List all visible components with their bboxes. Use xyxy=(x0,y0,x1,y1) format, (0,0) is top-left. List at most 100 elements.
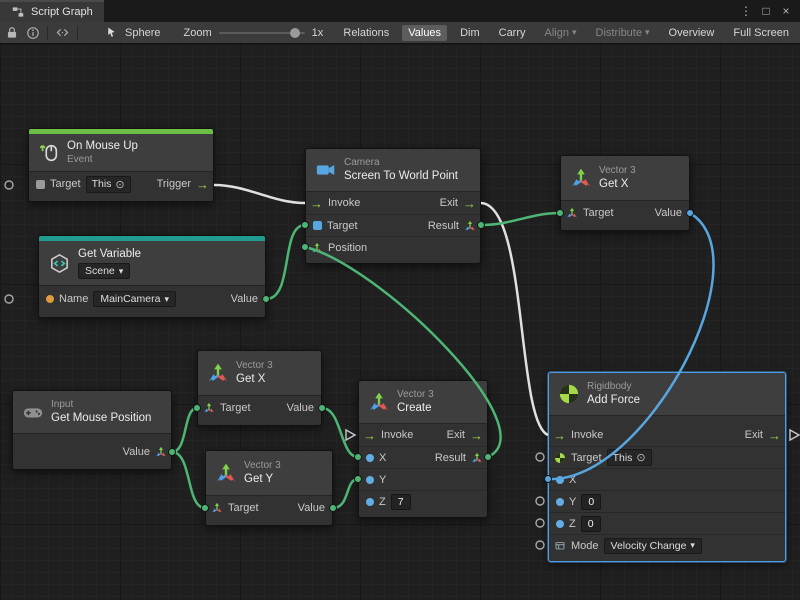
node-title: Get X xyxy=(236,372,273,386)
chevron-down-icon: ▾ xyxy=(690,540,695,551)
node-get-variable[interactable]: Get Variable Scene▾ Name MainCamera▾ Val… xyxy=(38,235,266,318)
zoom-slider[interactable] xyxy=(219,32,305,34)
node-category: Vector 3 xyxy=(397,389,434,401)
z-value-field[interactable]: 7 xyxy=(391,494,411,510)
node-subtitle: Event xyxy=(67,154,138,166)
control-output-port[interactable]: → xyxy=(196,178,209,191)
carry-button[interactable]: Carry xyxy=(493,25,532,41)
node-on-mouse-up[interactable]: On Mouse Up Event Target This⊙ Trigger → xyxy=(28,128,214,202)
control-output-port[interactable]: → xyxy=(470,429,483,442)
rigidbody-port-icon[interactable] xyxy=(554,452,566,464)
dim-button[interactable]: Dim xyxy=(454,25,486,41)
node-screen-to-world-point[interactable]: Camera Screen To World Point → Invoke Ex… xyxy=(305,148,481,264)
port-label-name: Name xyxy=(59,293,88,305)
menu-icon[interactable]: ⋮ xyxy=(736,0,756,22)
wire-result-to-getx-target xyxy=(481,213,560,225)
overview-button[interactable]: Overview xyxy=(663,25,721,41)
node-get-mouse-position[interactable]: Input Get Mouse Position Value xyxy=(12,390,172,470)
variable-name-dropdown[interactable]: MainCamera ▾ xyxy=(93,291,176,307)
port-label-trigger: Trigger xyxy=(157,178,191,190)
port-label-z: Z xyxy=(569,518,576,530)
port-label-result: Result xyxy=(435,452,466,464)
vector3-port-icon[interactable] xyxy=(155,446,167,458)
dropdown-value: MainCamera xyxy=(100,293,160,305)
vector3-port-icon[interactable] xyxy=(211,502,223,514)
relations-button[interactable]: Relations xyxy=(337,25,395,41)
float-port[interactable] xyxy=(556,498,564,506)
vector3-port-icon[interactable] xyxy=(566,207,578,219)
float-port[interactable] xyxy=(366,498,374,506)
port-label-exit: Exit xyxy=(745,429,763,441)
node-add-force[interactable]: Rigidbody Add Force → Invoke Exit → Targ… xyxy=(548,372,786,562)
port-label-result: Result xyxy=(428,220,459,232)
fullscreen-button[interactable]: Full Screen xyxy=(727,25,795,41)
port-row: Target This⊙ Trigger → xyxy=(29,172,213,196)
port-label-value: Value xyxy=(287,402,314,414)
float-port[interactable] xyxy=(366,476,374,484)
port-row: Position xyxy=(306,236,480,258)
tab-title: Script Graph xyxy=(31,6,93,18)
vector3-port-icon[interactable] xyxy=(311,242,323,254)
port-label-target: Target xyxy=(228,502,259,514)
node-get-x-mid[interactable]: Vector 3 Get X Target Value xyxy=(197,350,322,426)
values-button[interactable]: Values xyxy=(402,25,447,41)
maximize-icon[interactable]: □ xyxy=(756,0,776,22)
node-get-x-top[interactable]: Vector 3 Get X Target Value xyxy=(560,155,690,231)
chevron-down-icon: ▾ xyxy=(164,294,169,305)
vector3-port-icon[interactable] xyxy=(203,402,215,414)
float-port[interactable] xyxy=(556,520,564,528)
node-category: Input xyxy=(51,399,151,411)
control-input-port[interactable]: → xyxy=(553,429,566,442)
node-title: On Mouse Up xyxy=(67,139,138,153)
control-output-triangle xyxy=(790,430,799,440)
camera-type-icon[interactable] xyxy=(313,221,322,230)
port-label-target: Target xyxy=(583,207,614,219)
node-title: Screen To World Point xyxy=(344,169,458,183)
control-output-port[interactable]: → xyxy=(768,429,781,442)
y-value-field[interactable]: 0 xyxy=(581,494,601,510)
mode-dropdown[interactable]: Velocity Change▾ xyxy=(604,538,702,554)
vector3-port-icon[interactable] xyxy=(464,220,476,232)
target-this-chip[interactable]: This⊙ xyxy=(86,176,131,193)
zoom-value: 1x xyxy=(312,27,324,39)
graph-canvas[interactable]: On Mouse Up Event Target This⊙ Trigger →… xyxy=(0,44,800,600)
align-button[interactable]: Align▾ xyxy=(539,25,583,41)
variable-scope-dropdown[interactable]: Scene▾ xyxy=(78,263,130,279)
port-label-value: Value xyxy=(123,446,150,458)
node-title: Get Y xyxy=(244,472,281,486)
distribute-button[interactable]: Distribute▾ xyxy=(590,25,656,41)
close-icon[interactable]: × xyxy=(776,0,796,22)
info-icon[interactable] xyxy=(26,26,40,40)
control-output-port[interactable]: → xyxy=(463,197,476,210)
node-get-y[interactable]: Vector 3 Get Y Target Value xyxy=(205,450,333,526)
gameobject-type-icon xyxy=(36,180,45,189)
float-port[interactable] xyxy=(556,476,564,484)
port-row: Z 7 xyxy=(359,490,487,512)
zoom-slider-handle[interactable] xyxy=(290,28,300,38)
wire-mouse-to-getx xyxy=(172,408,197,452)
wire-exit-to-addforce-invoke xyxy=(481,203,548,435)
port-row: Name MainCamera▾ Value xyxy=(39,286,265,312)
node-title: Get Mouse Position xyxy=(51,411,151,425)
vector3-port-icon[interactable] xyxy=(471,452,483,464)
port-label-target: Target xyxy=(220,402,251,414)
port-label-invoke: Invoke xyxy=(328,197,360,209)
control-input-port[interactable]: → xyxy=(363,429,376,442)
enum-port-icon[interactable] xyxy=(554,540,566,552)
distribute-label: Distribute xyxy=(596,27,642,39)
chevron-down-icon: ▾ xyxy=(645,27,650,38)
node-create-vector3[interactable]: Vector 3 Create → Invoke Exit → X Result xyxy=(358,380,488,518)
target-this-chip[interactable]: This⊙ xyxy=(607,449,652,466)
float-port[interactable] xyxy=(366,454,374,462)
z-value-field[interactable]: 0 xyxy=(581,516,601,532)
lock-icon[interactable] xyxy=(5,26,19,40)
node-category: Rigidbody xyxy=(587,381,640,393)
variable-icon xyxy=(48,252,71,275)
context-cursor-icon xyxy=(105,26,118,39)
node-category: Vector 3 xyxy=(236,360,273,372)
code-icon[interactable] xyxy=(55,25,70,40)
tab-script-graph[interactable]: Script Graph xyxy=(0,0,104,22)
context-label[interactable]: Sphere xyxy=(125,27,160,39)
string-port[interactable] xyxy=(46,295,54,303)
control-input-port[interactable]: → xyxy=(310,197,323,210)
